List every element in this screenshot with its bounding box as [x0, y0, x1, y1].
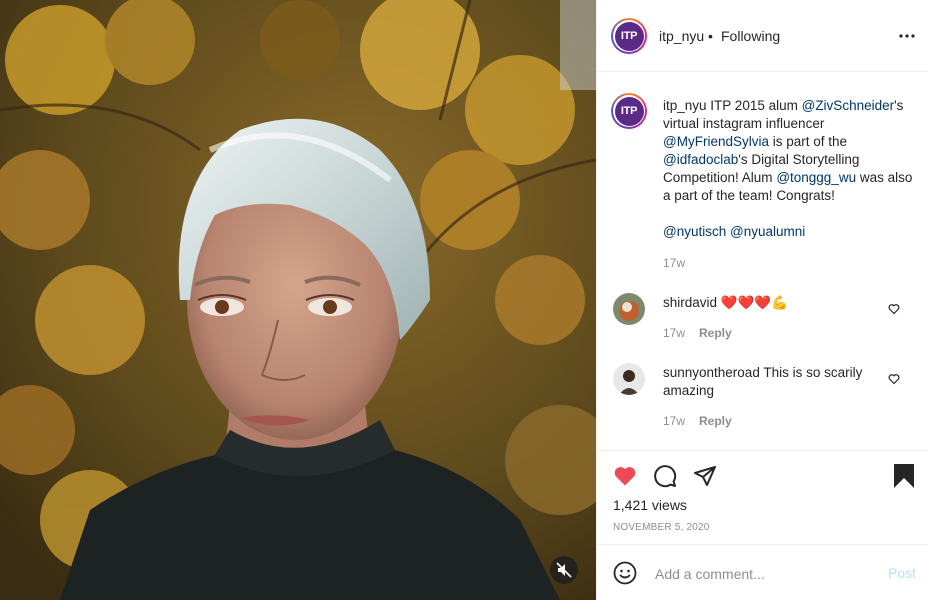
post-sidebar: ITP itp_nyu • Following ITP itp_nyu ITP … [596, 0, 928, 600]
caption-text: itp_nyu ITP 2015 alum @ZivSchneider's vi… [663, 97, 913, 205]
following-button[interactable]: Following [721, 28, 780, 44]
more-horizontal-icon [899, 34, 915, 38]
caption-username[interactable]: itp_nyu [663, 98, 707, 113]
caption-timestamp[interactable]: 17w [663, 256, 685, 270]
comment-icon [654, 465, 677, 488]
mention-link[interactable]: @tonggg_wu [776, 170, 856, 185]
post-actions: 1,421 views NOVEMBER 5, 2020 [597, 450, 928, 544]
comment-username[interactable]: shirdavid [663, 295, 717, 310]
more-options-button[interactable] [899, 26, 915, 44]
comment-timestamp[interactable]: 17w [663, 414, 685, 428]
mention-link[interactable]: @nyualumni [730, 224, 805, 239]
avatar-image [613, 363, 645, 395]
heart-outline-icon [888, 304, 900, 315]
like-comment-button[interactable] [888, 372, 900, 388]
header-separator: • [708, 28, 713, 44]
save-button[interactable] [893, 463, 915, 492]
instagram-post: ITP itp_nyu • Following ITP itp_nyu ITP … [0, 0, 928, 600]
add-comment-bar: Post [597, 544, 928, 600]
like-button[interactable] [613, 464, 637, 491]
avatar-image [613, 293, 645, 325]
commenter-avatar[interactable] [613, 293, 645, 325]
emoji-button[interactable] [613, 561, 637, 588]
author-avatar[interactable]: ITP [611, 18, 647, 54]
comment-body: shirdavid ❤️❤️❤️💪 [663, 294, 878, 312]
caption-tags: @nyutisch @nyualumni [663, 224, 805, 239]
view-count[interactable]: 1,421 views [613, 497, 687, 513]
comment-button[interactable] [653, 464, 677, 491]
heart-outline-icon [888, 374, 900, 385]
smiley-icon [613, 561, 637, 585]
caption-part: is part of the [768, 134, 848, 149]
reply-button[interactable]: Reply [699, 326, 732, 340]
mention-link[interactable]: @nyutisch [663, 224, 726, 239]
mute-toggle-button[interactable] [550, 556, 578, 584]
caption-avatar[interactable]: ITP [611, 93, 647, 129]
share-button[interactable] [693, 464, 717, 491]
comments-section: ITP itp_nyu ITP 2015 alum @ZivSchneider'… [597, 73, 928, 450]
mention-link[interactable]: @idfadoclab [663, 152, 738, 167]
post-header: ITP itp_nyu • Following [597, 0, 928, 72]
comment-body: sunnyontheroad This is so scarily amazin… [663, 364, 878, 400]
video-frame [0, 0, 596, 600]
comment-username[interactable]: sunnyontheroad [663, 365, 760, 380]
mention-link[interactable]: @ZivSchneider [802, 98, 895, 113]
comment-input[interactable] [653, 561, 877, 587]
like-comment-button[interactable] [888, 302, 900, 318]
commenter-avatar[interactable] [613, 363, 645, 395]
comment-emoji: ❤️❤️❤️💪 [720, 295, 789, 310]
reply-button[interactable]: Reply [699, 414, 732, 428]
post-comment-button[interactable]: Post [888, 565, 916, 581]
paper-plane-icon [694, 466, 716, 486]
comment-meta: 17w Reply [663, 326, 732, 340]
comment-timestamp[interactable]: 17w [663, 326, 685, 340]
heart-filled-icon [614, 467, 636, 486]
caption-part: ITP 2015 alum [706, 98, 802, 113]
author-username[interactable]: itp_nyu [659, 28, 704, 44]
post-date[interactable]: NOVEMBER 5, 2020 [613, 522, 710, 533]
speaker-muted-icon [556, 562, 572, 578]
bookmark-filled-icon [894, 464, 914, 488]
mention-link[interactable]: @MyFriendSylvia [663, 134, 769, 149]
comment-meta: 17w Reply [663, 414, 732, 428]
post-video[interactable] [0, 0, 596, 600]
